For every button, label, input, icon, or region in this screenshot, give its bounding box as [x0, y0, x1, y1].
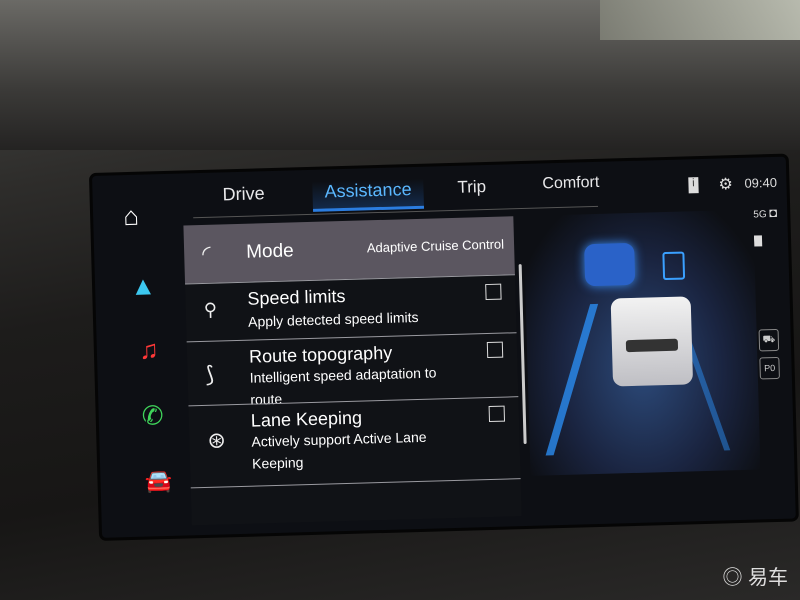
item-subtitle: Actively support Active Lane Keeping	[251, 428, 427, 472]
phone-icon[interactable]: ✆	[132, 400, 173, 432]
gear-icon[interactable]: ⚙	[718, 174, 733, 194]
tab-comfort[interactable]: Comfort	[542, 174, 599, 194]
curvy-road-icon: ⟆	[205, 361, 215, 387]
list-item-route-topography[interactable]: ⟆ Route topography Intelligent speed ada…	[186, 332, 519, 408]
speedometer-icon: ◜	[201, 240, 212, 266]
item-subtitle: Apply detected speed limits	[247, 308, 419, 330]
tab-assistance[interactable]: Assistance	[312, 178, 425, 212]
lead-vehicle	[584, 242, 636, 287]
speed-limits-checkbox[interactable]	[485, 283, 502, 301]
watermark-logo: ◎ 易车	[722, 567, 788, 589]
own-vehicle	[610, 296, 694, 387]
assistance-settings-list: ◜ Mode Adaptive Cruise Control ⚲ Speed l…	[183, 216, 522, 526]
item-title: Speed limits	[247, 285, 346, 309]
rear-window	[625, 338, 679, 353]
tab-drive[interactable]: Drive	[222, 183, 265, 205]
info-icon[interactable]: i	[688, 177, 699, 194]
watermark-text: 易车	[748, 567, 788, 589]
infotainment-screen: ⌂ ▲ ♫ ✆ 🚘 Drive Assistance Trip Comfort …	[92, 156, 796, 538]
distance-sensor-icon	[662, 251, 686, 281]
tab-trip[interactable]: Trip	[457, 177, 486, 198]
clock: 09:40	[744, 174, 778, 191]
window-glare	[600, 0, 800, 40]
route-topography-checkbox[interactable]	[486, 341, 504, 359]
mode-label: Mode	[245, 240, 294, 263]
list-item-lane-keeping[interactable]: ⊛ Lane Keeping Actively support Active L…	[188, 396, 521, 487]
home-icon[interactable]: ⌂	[111, 200, 152, 232]
assistance-illustration	[523, 209, 761, 476]
list-item-speed-limits[interactable]: ⚲ Speed limits Apply detected speed limi…	[185, 274, 517, 343]
signal-icon: ◘	[769, 204, 778, 221]
music-note-icon[interactable]: ♫	[128, 334, 169, 366]
mode-value: Adaptive Cruise Control	[366, 236, 505, 256]
steering-wheel-icon: ⊛	[207, 427, 227, 453]
lane-marker-left	[545, 303, 599, 456]
mode-row[interactable]: ◜ Mode Adaptive Cruise Control	[183, 216, 515, 284]
navigation-arrow-icon[interactable]: ▲	[123, 270, 164, 302]
park-view-button[interactable]: P0	[759, 356, 780, 380]
view-toggle-button[interactable]: ⛟	[758, 328, 780, 352]
speed-sign-car-icon: ⚲	[203, 299, 218, 320]
lane-keeping-checkbox[interactable]	[488, 405, 506, 423]
battery-icon	[753, 235, 763, 247]
car-icon[interactable]: 🚘	[138, 468, 179, 495]
network-indicator: 5G	[753, 209, 767, 221]
